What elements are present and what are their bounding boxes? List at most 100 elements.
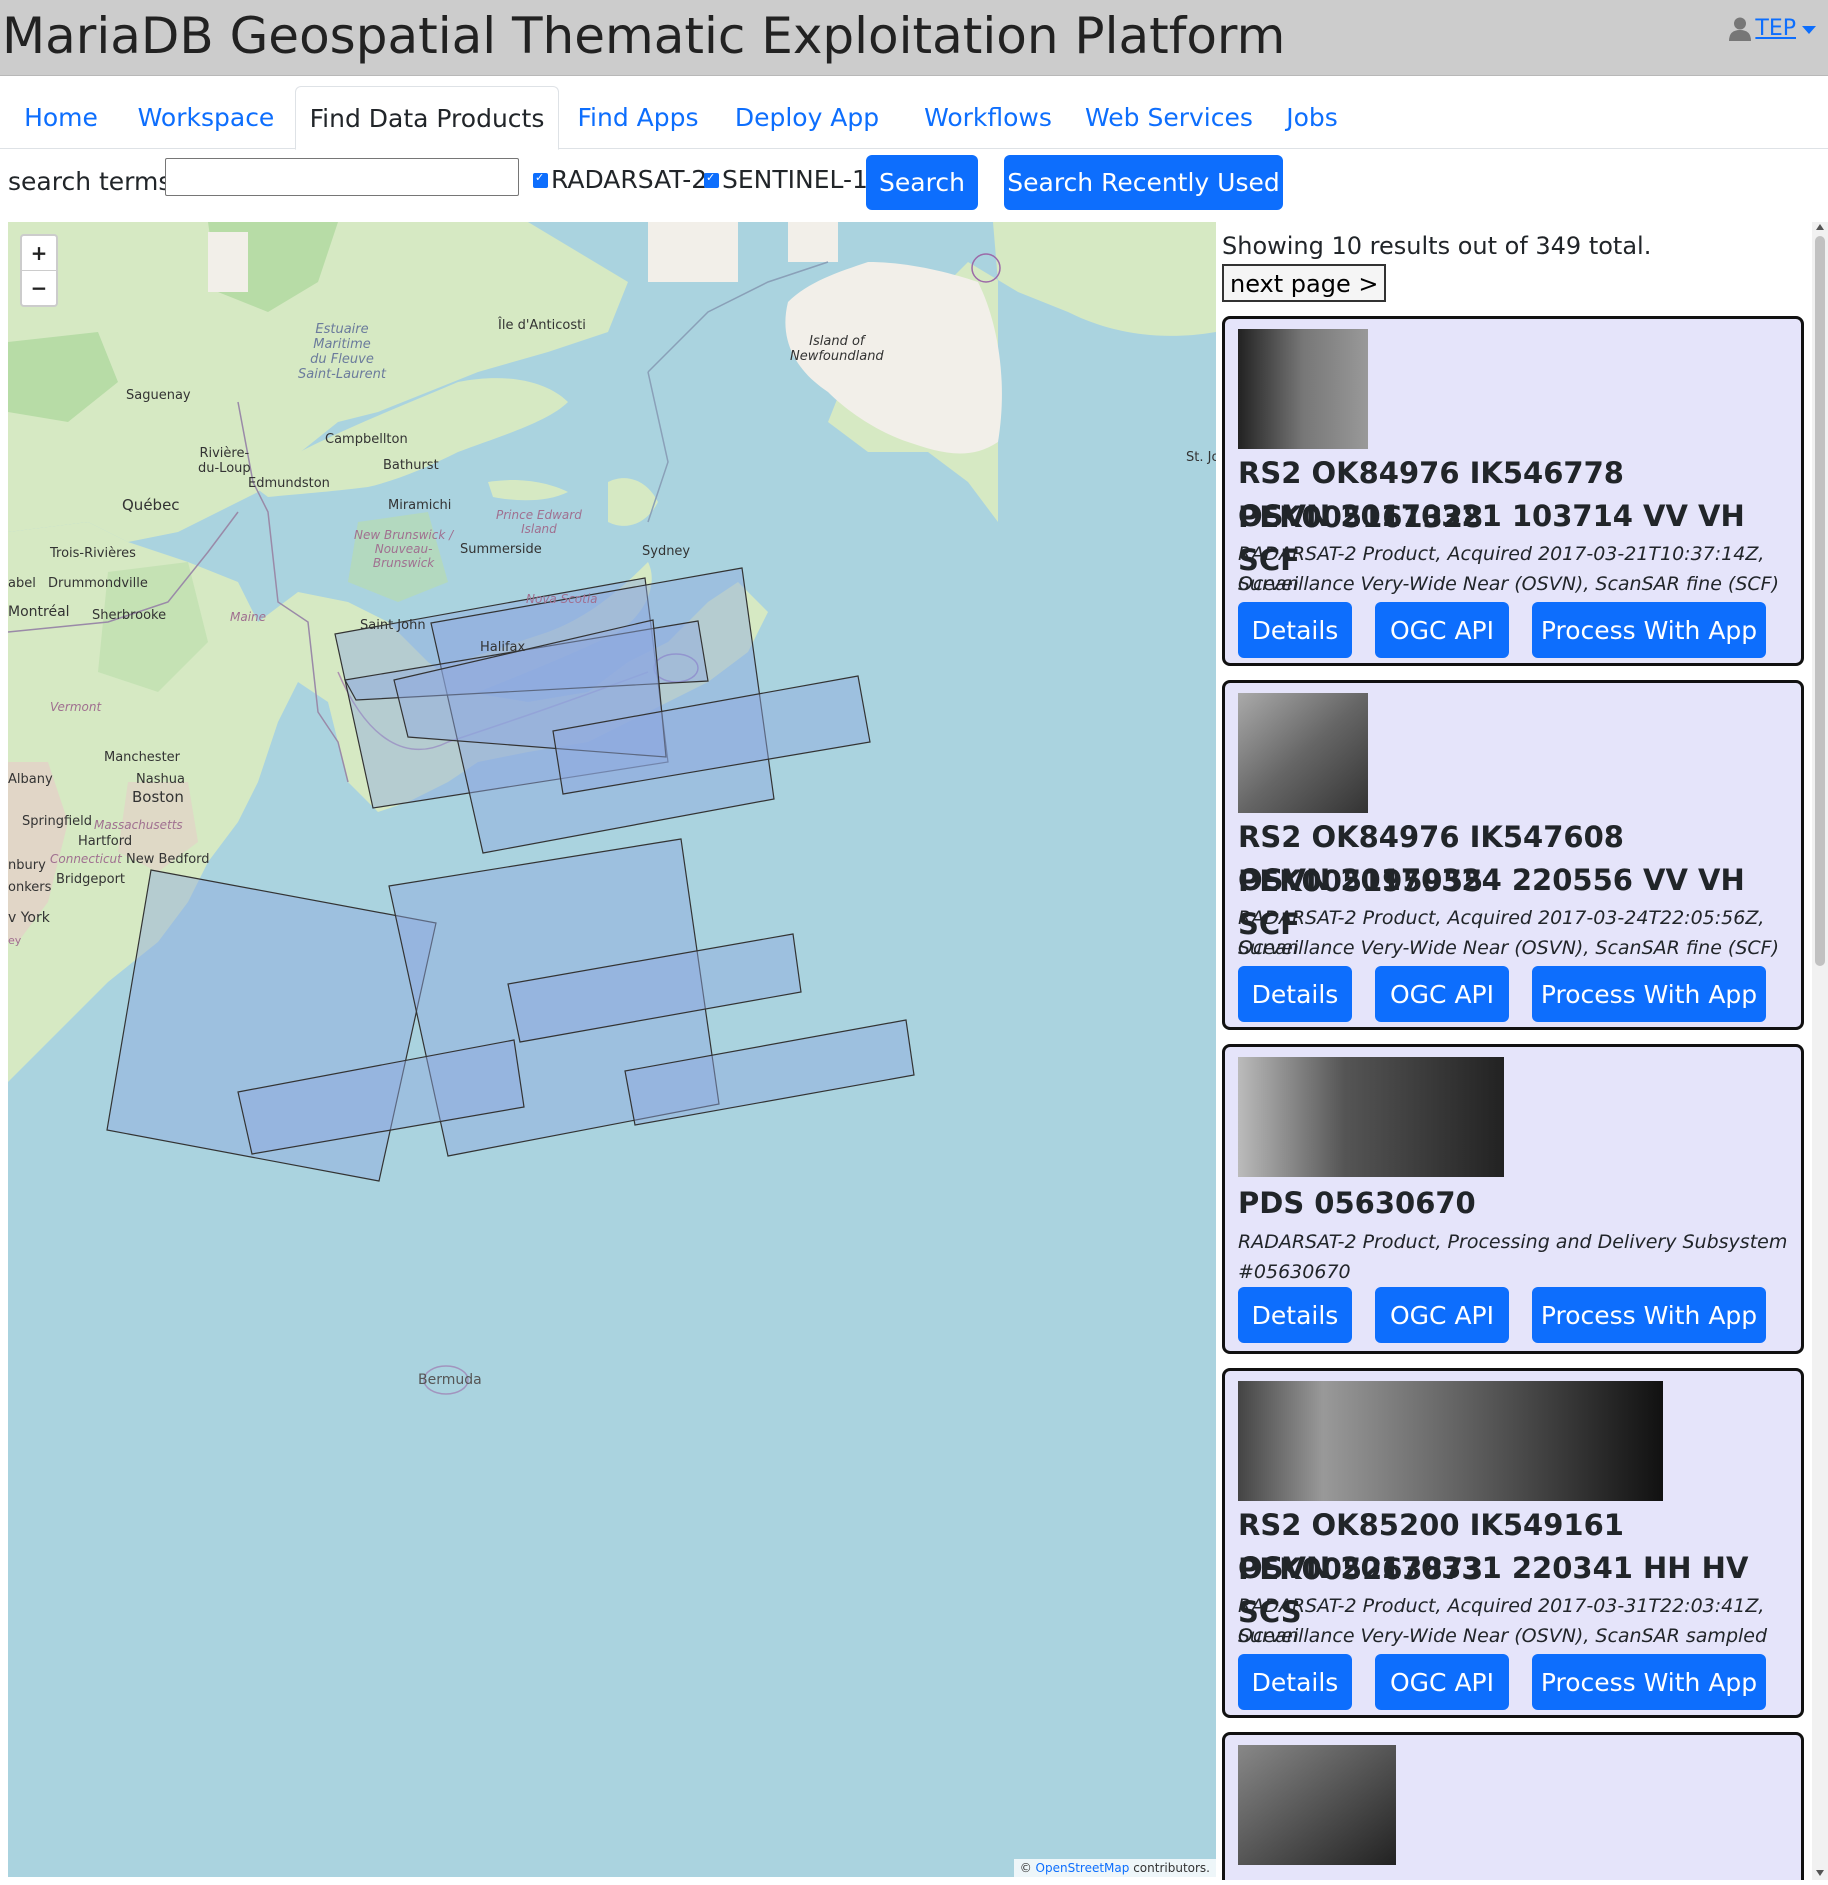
app-header: MariaDB Geospatial Thematic Exploitation… [0, 0, 1828, 76]
user-icon [1729, 17, 1752, 41]
ogc-api-button[interactable]: OGC API [1375, 1654, 1509, 1710]
result-title: PDS 05630670 [1238, 1186, 1476, 1220]
user-name[interactable]: TEP [1755, 16, 1796, 41]
map-canvas[interactable] [8, 222, 1216, 1877]
map-label: Sydney [642, 544, 691, 559]
details-button[interactable]: Details [1238, 1287, 1352, 1343]
radarsat2-checkbox[interactable] [533, 171, 548, 188]
map-label: abel [8, 576, 36, 591]
next-page-button[interactable]: next page > [1222, 264, 1387, 302]
search-label: search terms: [8, 167, 180, 196]
map-label: Albany [8, 772, 53, 787]
chevron-down-icon[interactable] [1802, 25, 1816, 34]
land-cape-breton [608, 478, 658, 526]
map-label: Halifax [480, 640, 526, 655]
result-thumbnail[interactable] [1238, 329, 1368, 449]
user-menu[interactable]: TEP [1729, 16, 1816, 41]
result-thumbnail[interactable] [1238, 1745, 1396, 1865]
result-card: RS2 OK85200 IK549161 PEK005263873 OSVN 2… [1222, 1368, 1804, 1718]
tab-find-apps[interactable]: Find Apps [573, 86, 703, 148]
result-card: PDS 05630670 RADARSAT-2 Product, Process… [1222, 1044, 1804, 1354]
map-label: Île d'Anticosti [498, 318, 586, 333]
result-card [1222, 1732, 1804, 1880]
tab-deploy-app[interactable]: Deploy App [733, 86, 881, 148]
process-with-app-button[interactable]: Process With App [1532, 1287, 1766, 1343]
result-description: Surveillance Very-Wide Near (OSVN), Scan… [1238, 573, 1780, 595]
map-label: Bermuda [418, 1372, 482, 1388]
tab-find-data-products[interactable]: Find Data Products [295, 86, 559, 150]
no-data-area [788, 222, 838, 262]
ogc-api-button[interactable]: OGC API [1375, 1287, 1509, 1343]
result-thumbnail[interactable] [1238, 1381, 1663, 1501]
result-thumbnail[interactable] [1238, 693, 1368, 813]
map-label: Campbellton [325, 432, 408, 447]
scrollbar-thumb[interactable] [1815, 236, 1825, 966]
details-button[interactable]: Details [1238, 966, 1352, 1022]
attribution-prefix: © [1019, 1861, 1032, 1875]
map-label: Estuaire Maritime du Fleuve Saint-Lauren… [298, 322, 386, 382]
map-label: Prince Edward Island [496, 508, 582, 536]
zoom-in-button[interactable]: + [22, 236, 56, 271]
map-label: Maine [230, 610, 267, 624]
map-label: Nova Scotia [526, 592, 598, 606]
map-label: Saint John [360, 618, 426, 633]
zoom-control: + − [20, 234, 58, 307]
ogc-api-button[interactable]: OGC API [1375, 602, 1509, 658]
search-recently-used-button[interactable]: Search Recently Used [1004, 155, 1283, 210]
map-label: Island of Newfoundland [790, 334, 884, 364]
tab-jobs[interactable]: Jobs [1277, 86, 1347, 148]
process-with-app-button[interactable]: Process With App [1532, 966, 1766, 1022]
no-data-area [648, 222, 738, 282]
zoom-out-button[interactable]: − [22, 271, 56, 305]
results-scrollbar[interactable] [1812, 222, 1828, 1880]
process-with-app-button[interactable]: Process With App [1532, 602, 1766, 658]
tab-workflows[interactable]: Workflows [913, 86, 1063, 148]
main-nav: Home Workspace Find Data Products Find A… [0, 86, 1828, 150]
result-thumbnail[interactable] [1238, 1057, 1504, 1177]
map-attribution: © OpenStreetMap contributors. [1013, 1859, 1216, 1877]
ogc-api-button[interactable]: OGC API [1375, 966, 1509, 1022]
details-button[interactable]: Details [1238, 1654, 1352, 1710]
map-label: Hartford [78, 834, 133, 849]
map-label: Manchester [104, 750, 181, 765]
sentinel1-checkbox[interactable] [704, 171, 719, 188]
result-description: #05630670 [1238, 1261, 1351, 1283]
search-input[interactable] [165, 158, 519, 196]
sentinel1-label: SENTINEL-1 [722, 165, 868, 194]
results-panel[interactable]: Showing 10 results out of 349 total. nex… [1218, 222, 1810, 1880]
map-label: Drummondville [48, 576, 148, 591]
land-pei [488, 480, 568, 501]
map-label: New Bedford [126, 852, 210, 867]
map-label: Massachusetts [94, 818, 183, 832]
osm-link[interactable]: OpenStreetMap [1036, 1861, 1130, 1875]
scroll-up-icon[interactable] [1816, 224, 1824, 230]
tab-web-services[interactable]: Web Services [1085, 86, 1253, 148]
process-with-app-button[interactable]: Process With App [1532, 1654, 1766, 1710]
no-data-area [208, 232, 248, 292]
map-label: Sherbrooke [92, 608, 167, 623]
map-label: nbury [8, 858, 46, 873]
map-label: Summerside [460, 542, 542, 557]
tab-workspace[interactable]: Workspace [136, 86, 276, 148]
scroll-down-icon[interactable] [1816, 1870, 1824, 1876]
map-label: v York [8, 910, 50, 926]
map-label: Miramichi [388, 498, 452, 513]
result-count: Showing 10 results out of 349 total. [1222, 232, 1652, 260]
map-label: Québec [122, 496, 180, 514]
tab-home[interactable]: Home [8, 86, 114, 148]
map-label: Bridgeport [56, 872, 126, 887]
map-label: onkers [8, 880, 52, 895]
map-label: Springfield [22, 814, 93, 829]
map-label: Nashua [136, 772, 185, 787]
map-label: New Brunswick / Nouveau- Brunswick [354, 528, 454, 570]
result-description: Surveillance Very-Wide Near (OSVN), Scan… [1238, 937, 1780, 959]
map-label: Rivière- du-Loup [198, 446, 251, 476]
result-description: RADARSAT-2 Product, Processing and Deliv… [1238, 1231, 1788, 1253]
details-button[interactable]: Details [1238, 602, 1352, 658]
map-label: Boston [132, 788, 184, 806]
map-view[interactable]: Estuaire Maritime du Fleuve Saint-Lauren… [8, 222, 1216, 1877]
app-title: MariaDB Geospatial Thematic Exploitation… [2, 7, 1286, 65]
map-label: ey [8, 934, 22, 947]
map-label: St. Joh [1186, 450, 1216, 465]
search-button[interactable]: Search [866, 155, 978, 210]
